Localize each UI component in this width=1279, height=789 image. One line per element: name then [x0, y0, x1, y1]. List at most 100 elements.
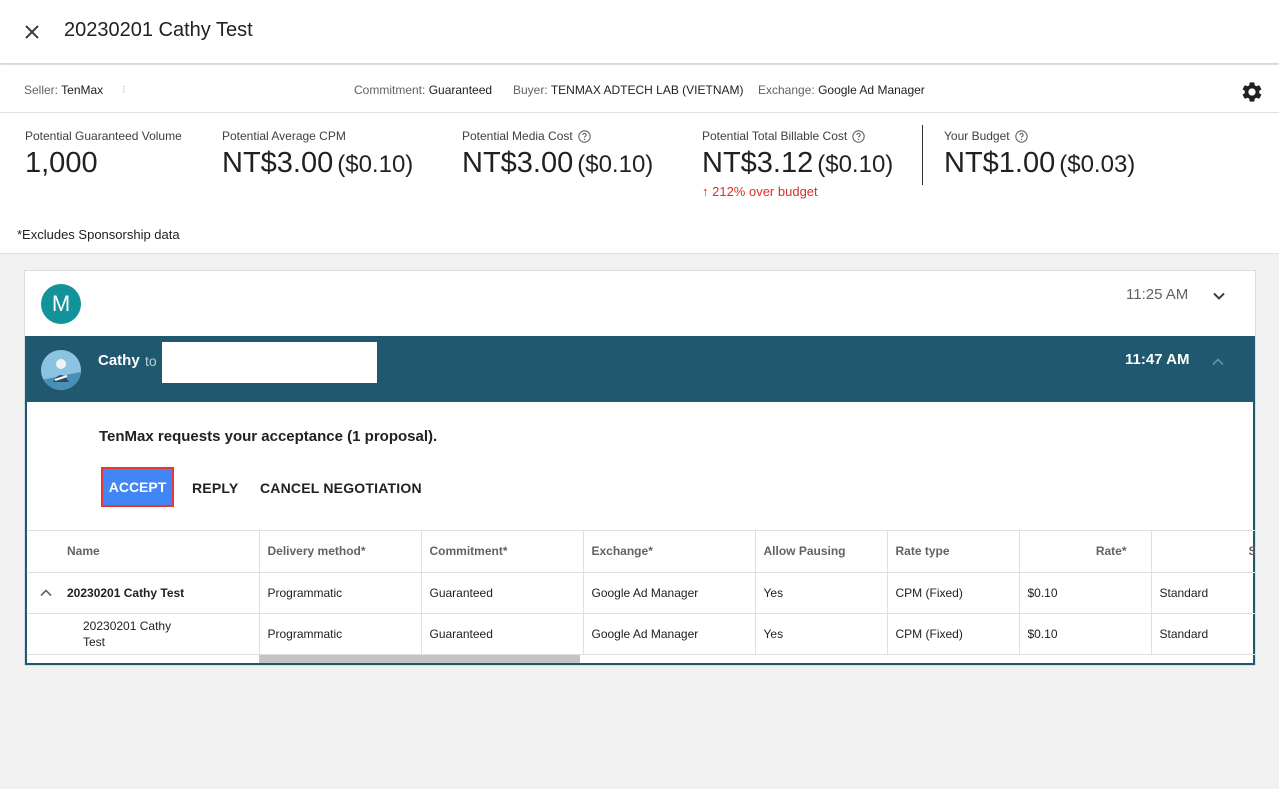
- meta-separator: ⁝: [122, 84, 126, 96]
- stats-divider: [922, 125, 923, 185]
- stat-billable-cost: Potential Total Billable Cost NT$3.12 ($0…: [702, 129, 893, 199]
- cell-name: 20230201 Cathy Test: [27, 572, 260, 614]
- meta-row: Seller: TenMax ⁝ Commitment: Guaranteed …: [0, 65, 1279, 113]
- stat-billable-value: NT$3.12 ($0.10): [702, 147, 893, 180]
- seller-value: TenMax: [61, 83, 104, 97]
- cell-name-text: 20230201 Cathy Test: [83, 618, 172, 649]
- exchange-info: Exchange: Google Ad Manager: [758, 83, 925, 97]
- cell-share: Standard: [1151, 613, 1255, 655]
- stat-billable-label-text: Potential Total Billable Cost: [702, 129, 848, 143]
- stat-media-label: Potential Media Cost: [462, 129, 653, 143]
- stat-cpm-value: NT$3.00 ($0.10): [222, 147, 413, 180]
- cell-rate-type: CPM (Fixed): [887, 572, 1020, 614]
- message-time: 11:25 AM: [1126, 286, 1189, 303]
- accept-button[interactable]: ACCEPT: [101, 467, 174, 507]
- message-body: TenMax requests your acceptance (1 propo…: [25, 402, 1255, 665]
- chevron-up-icon[interactable]: [1208, 352, 1228, 372]
- buyer-label: Buyer:: [513, 83, 548, 97]
- cell-name-text: 20230201 Cathy Test: [67, 585, 185, 600]
- commitment-label: Commitment:: [354, 83, 426, 97]
- to-label: to: [145, 353, 157, 369]
- excludes-note: *Excludes Sponsorship data: [17, 227, 180, 242]
- stat-media-value: NT$3.00 ($0.10): [462, 147, 653, 180]
- commitment-value: Guaranteed: [428, 83, 493, 97]
- stat-budget-main: NT$1.00: [944, 147, 1056, 179]
- commitment-info: Commitment: Guaranteed: [354, 83, 492, 97]
- stat-budget: Your Budget NT$1.00 ($0.03): [944, 129, 1135, 180]
- cell-delivery: Programmatic: [259, 572, 422, 614]
- column-header-delivery[interactable]: Delivery method*: [259, 531, 422, 573]
- seller-label: Seller:: [24, 83, 59, 97]
- buyer-info: Buyer: TENMAX ADTECH LAB (VIETNAM): [513, 83, 744, 97]
- stat-budget-label-text: Your Budget: [944, 129, 1010, 143]
- table-row[interactable]: 20230201 Cathy Test Programmatic Guarant…: [27, 613, 1255, 655]
- stat-cpm-label: Potential Average CPM: [222, 129, 346, 143]
- stat-volume: Potential Guaranteed Volume 1,000: [25, 129, 182, 180]
- exchange-value: Google Ad Manager: [818, 83, 925, 97]
- chevron-down-icon[interactable]: [1209, 286, 1229, 306]
- stat-media-label-text: Potential Media Cost: [462, 129, 573, 143]
- cell-allow-pausing: Yes: [755, 572, 888, 614]
- cell-rate-type: CPM (Fixed): [887, 613, 1020, 655]
- cell-delivery: Programmatic: [259, 613, 422, 655]
- stat-billable-main: NT$3.12: [702, 147, 814, 179]
- column-header-exchange[interactable]: Exchange*: [583, 531, 756, 573]
- cell-exchange: Google Ad Manager: [583, 572, 756, 614]
- column-header-name[interactable]: Name: [27, 531, 260, 573]
- over-budget-warning: ↑ 212% over budget: [702, 184, 818, 199]
- stat-cpm-main: NT$3.00: [222, 147, 334, 179]
- message-collapsed[interactable]: M 11:25 AM: [25, 271, 1255, 336]
- stat-budget-sub: ($0.03): [1059, 151, 1136, 178]
- stat-media-cost: Potential Media Cost NT$3.00 ($0.10): [462, 129, 653, 180]
- cell-share: Standard: [1151, 572, 1255, 614]
- stat-cpm-sub: ($0.10): [337, 151, 414, 178]
- stat-cpm: Potential Average CPM NT$3.00 ($0.10): [222, 129, 413, 180]
- close-icon[interactable]: [20, 20, 44, 44]
- column-header-commitment[interactable]: Commitment*: [421, 531, 584, 573]
- stat-budget-label: Your Budget: [944, 129, 1135, 143]
- table-header-row: Name Delivery method* Commitment* Exchan…: [27, 531, 1255, 573]
- seller-info: Seller: TenMax: [24, 83, 103, 97]
- cell-name: 20230201 Cathy Test: [27, 613, 260, 655]
- message-time: 11:47 AM: [1125, 351, 1190, 368]
- stat-media-sub: ($0.10): [577, 151, 654, 178]
- cell-rate: $0.10: [1019, 572, 1152, 614]
- avatar: [41, 350, 81, 390]
- column-header-allow-pausing[interactable]: Allow Pausing: [755, 531, 888, 573]
- cell-commitment: Guaranteed: [421, 613, 584, 655]
- redacted-recipient: [162, 342, 377, 383]
- buyer-value: TENMAX ADTECH LAB (VIETNAM): [550, 83, 744, 97]
- expand-less-icon[interactable]: [39, 586, 53, 600]
- cell-exchange: Google Ad Manager: [583, 613, 756, 655]
- horizontal-scrollbar[interactable]: [259, 655, 580, 663]
- help-icon[interactable]: [852, 129, 865, 143]
- stat-billable-sub: ($0.10): [817, 151, 894, 178]
- help-icon[interactable]: [578, 129, 591, 143]
- cancel-negotiation-button[interactable]: CANCEL NEGOTIATION: [260, 480, 422, 496]
- table-row[interactable]: 20230201 Cathy Test Programmatic Guarant…: [27, 572, 1255, 614]
- page-title: 20230201 Cathy Test: [64, 19, 253, 41]
- gear-icon[interactable]: [1240, 80, 1264, 104]
- title-bar: 20230201 Cathy Test: [0, 0, 1279, 64]
- stat-media-main: NT$3.00: [462, 147, 574, 179]
- column-header-rate-type[interactable]: Rate type: [887, 531, 1020, 573]
- request-text: TenMax requests your acceptance (1 propo…: [99, 428, 438, 445]
- stat-billable-label: Potential Total Billable Cost: [702, 129, 893, 143]
- column-header-share[interactable]: Share of v: [1151, 531, 1255, 573]
- reply-button[interactable]: REPLY: [192, 480, 238, 496]
- stat-volume-label: Potential Guaranteed Volume: [25, 129, 182, 143]
- avatar: M: [41, 284, 81, 324]
- sender-name: Cathy: [98, 352, 140, 369]
- message-thread: M 11:25 AM Cathy to 11:47 AM TenMax requ…: [24, 270, 1256, 666]
- column-header-rate[interactable]: Rate*: [1019, 531, 1152, 573]
- stat-volume-value: 1,000: [25, 147, 98, 179]
- exchange-label: Exchange:: [758, 83, 815, 97]
- cell-rate: $0.10: [1019, 613, 1152, 655]
- message-expanded-header[interactable]: Cathy to 11:47 AM: [25, 336, 1255, 402]
- stat-budget-value: NT$1.00 ($0.03): [944, 147, 1135, 180]
- proposal-table: Name Delivery method* Commitment* Exchan…: [27, 530, 1255, 663]
- stats-panel: Potential Guaranteed Volume 1,000 Potent…: [0, 113, 1279, 254]
- cell-allow-pausing: Yes: [755, 613, 888, 655]
- help-icon[interactable]: [1014, 129, 1028, 143]
- cell-commitment: Guaranteed: [421, 572, 584, 614]
